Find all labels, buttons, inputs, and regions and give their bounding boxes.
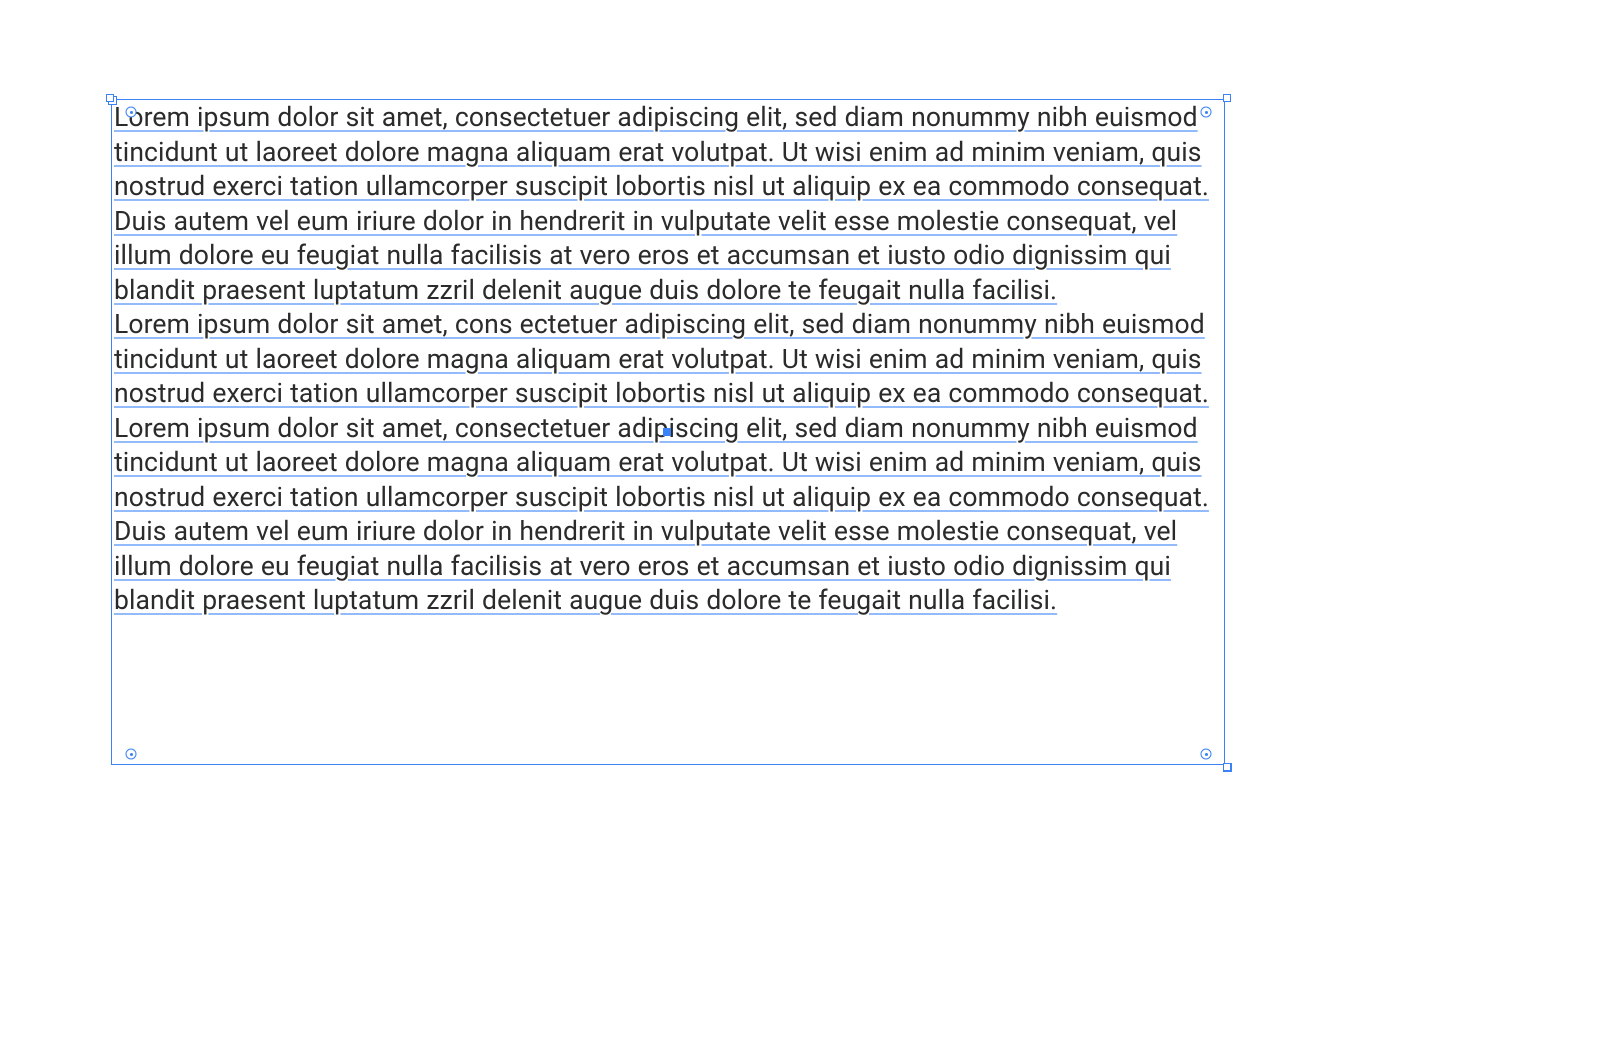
paragraph[interactable]: Lorem ipsum dolor sit amet, consectetuer… <box>114 101 1220 308</box>
thread-port-top-left-icon[interactable] <box>126 107 137 118</box>
thread-port-top-right-icon[interactable] <box>1201 107 1212 118</box>
editor-canvas[interactable]: Lorem ipsum dolor sit amet, consectetuer… <box>0 0 1600 1058</box>
resize-handle-top-left[interactable] <box>106 94 114 102</box>
resize-handle-bottom-right[interactable] <box>1223 763 1231 771</box>
thread-port-bottom-left-icon[interactable] <box>126 749 137 760</box>
thread-port-bottom-right-icon[interactable] <box>1201 749 1212 760</box>
paragraph[interactable]: Lorem ipsum dolor sit amet, cons ectetue… <box>114 308 1220 412</box>
paragraph[interactable]: Lorem ipsum dolor sit amet, consectetuer… <box>114 412 1220 619</box>
resize-handle-center[interactable] <box>663 428 671 436</box>
resize-handle-top-right[interactable] <box>1223 94 1231 102</box>
